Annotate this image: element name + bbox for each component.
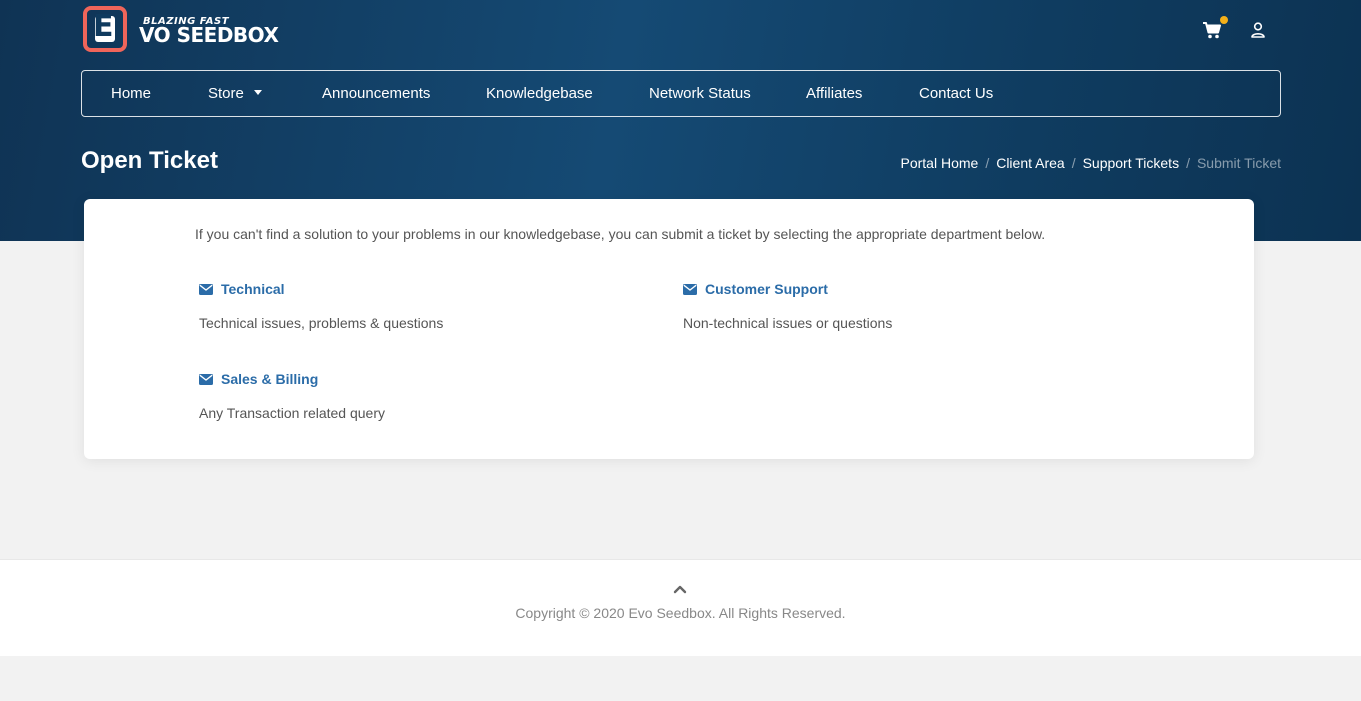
- logo-name: VO SEEDBOX: [139, 23, 279, 47]
- department-link-sales-billing[interactable]: Sales & Billing: [199, 369, 639, 389]
- department-technical: Technical Technical issues, problems & q…: [199, 279, 639, 332]
- department-description: Technical issues, problems & questions: [199, 315, 444, 331]
- cart-badge-dot: [1220, 16, 1228, 24]
- department-link-technical[interactable]: Technical: [199, 279, 639, 299]
- copyright-text: Copyright © 2020 Evo Seedbox. All Rights…: [515, 605, 846, 621]
- department-description: Non-technical issues or questions: [683, 315, 893, 331]
- breadcrumb-separator: /: [1186, 155, 1190, 171]
- envelope-icon: [683, 284, 697, 295]
- breadcrumb-portal-home[interactable]: Portal Home: [901, 155, 979, 171]
- nav-network-status[interactable]: Network Status: [649, 71, 751, 116]
- logo-letter: E: [93, 9, 114, 44]
- department-card: If you can't find a solution to your pro…: [84, 199, 1254, 459]
- intro-text: If you can't find a solution to your pro…: [195, 226, 1046, 242]
- breadcrumb-support-tickets[interactable]: Support Tickets: [1083, 155, 1180, 171]
- breadcrumb-client-area[interactable]: Client Area: [996, 155, 1064, 171]
- breadcrumb-separator: /: [1071, 155, 1076, 171]
- user-icon[interactable]: [1250, 21, 1266, 39]
- breadcrumb-separator: /: [985, 155, 990, 171]
- nav-knowledgebase[interactable]: Knowledgebase: [486, 71, 593, 116]
- envelope-icon: [199, 284, 213, 295]
- envelope-icon: [199, 374, 213, 385]
- main-nav: Home Store Announcements Knowledgebase N…: [81, 70, 1281, 117]
- breadcrumb: Portal Home / Client Area / Support Tickets /…: [901, 154, 1282, 172]
- department-description: Any Transaction related query: [199, 405, 385, 421]
- chevron-up-icon[interactable]: [673, 584, 687, 594]
- brand-logo[interactable]: E BLAZING FAST VO SEEDBOX: [81, 4, 279, 56]
- cart-icon[interactable]: [1202, 20, 1222, 40]
- chevron-down-icon: [253, 90, 262, 95]
- breadcrumb-current: Submit Ticket: [1196, 155, 1281, 171]
- department-customer-support: Customer Support Non-technical issues or…: [683, 279, 1123, 332]
- nav-store[interactable]: Store: [208, 71, 262, 116]
- page-title: Open Ticket: [81, 147, 218, 174]
- nav-announcements[interactable]: Announcements: [322, 71, 430, 116]
- department-link-customer-support[interactable]: Customer Support: [683, 279, 1123, 299]
- nav-home[interactable]: Home: [111, 71, 151, 116]
- nav-affiliates[interactable]: Affiliates: [806, 71, 862, 116]
- footer: Copyright © 2020 Evo Seedbox. All Rights…: [0, 559, 1361, 656]
- nav-contact-us[interactable]: Contact Us: [919, 71, 993, 116]
- department-sales-billing: Sales & Billing Any Transaction related …: [199, 369, 639, 422]
